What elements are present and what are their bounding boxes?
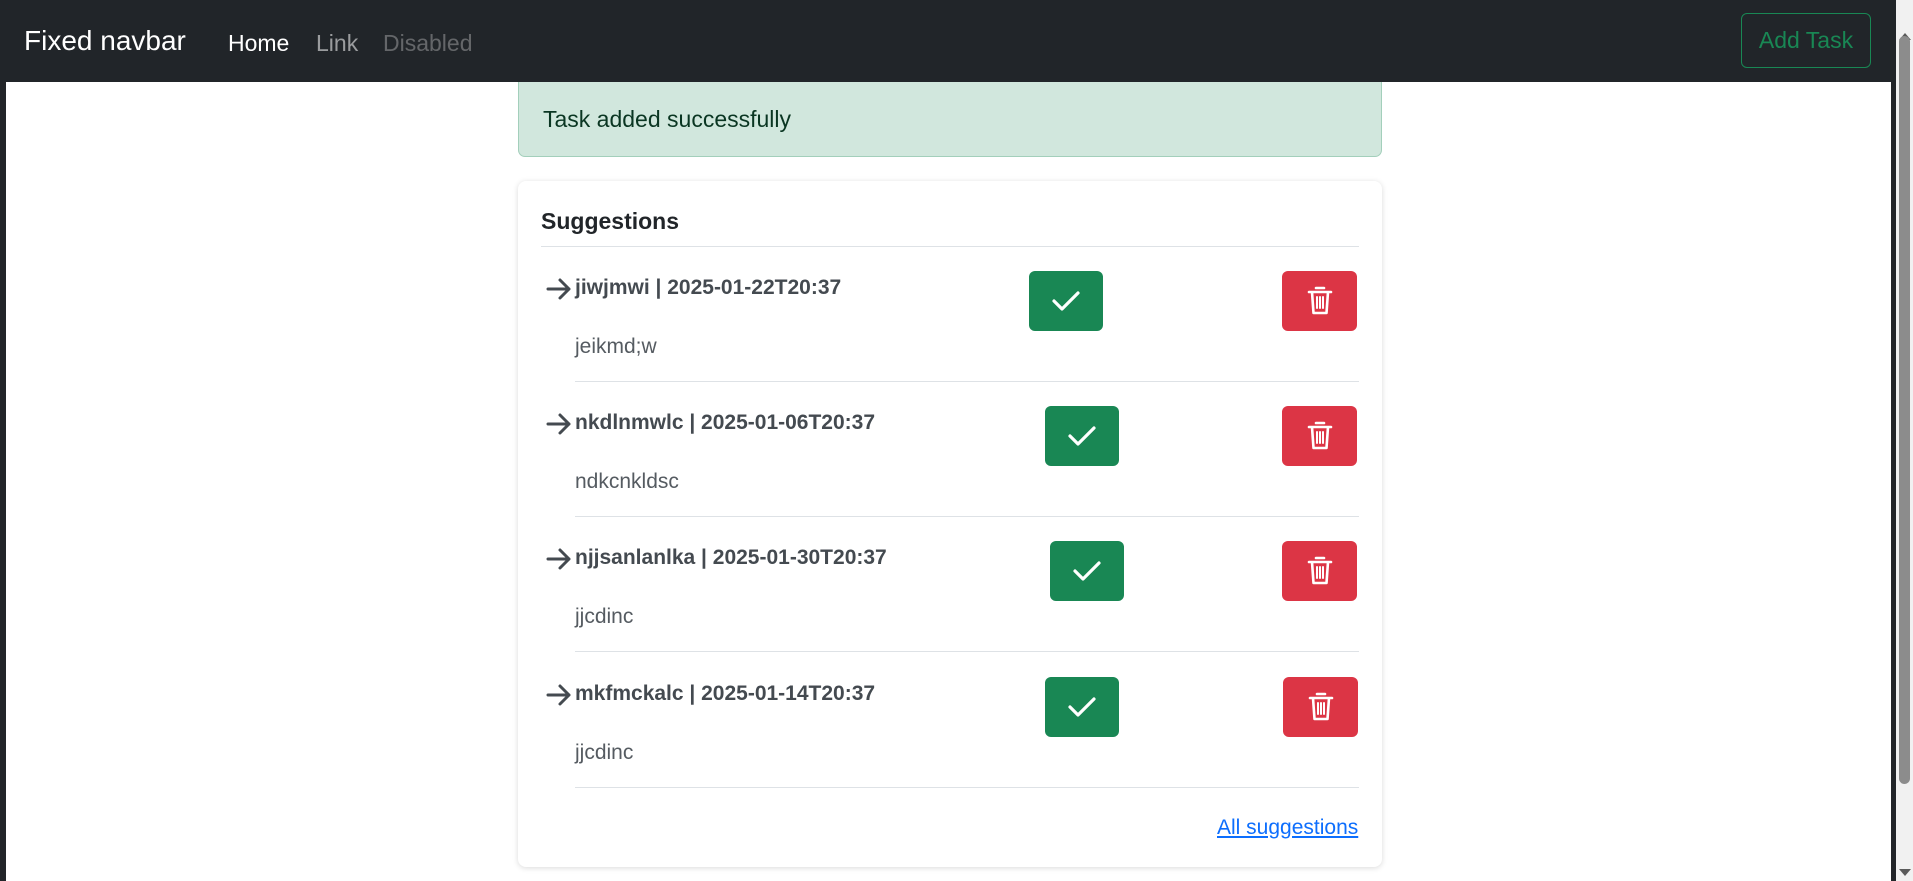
nav-link-link[interactable]: Link — [316, 29, 358, 57]
trash-icon — [1307, 421, 1332, 450]
arrow-right-icon — [546, 278, 571, 300]
arrow-right-icon — [546, 684, 571, 706]
accept-button[interactable] — [1029, 271, 1103, 331]
alert-message: Task added successfully — [543, 106, 792, 132]
trash-icon — [1307, 286, 1332, 315]
list-item: njjsanlanlka | 2025-01-30T20:37 jjcdinc — [518, 541, 1382, 676]
top-navbar: Fixed navbar Home Link Disabled Add Task — [0, 0, 1896, 82]
item-divider — [575, 787, 1359, 788]
scroll-down-arrow-icon[interactable] — [1896, 864, 1913, 881]
navbar-brand[interactable]: Fixed navbar — [24, 24, 186, 58]
suggestion-description: jeikmd;w — [575, 335, 657, 358]
card-title-divider — [541, 246, 1359, 247]
delete-button[interactable] — [1282, 406, 1357, 466]
list-item: nkdlnmwlc | 2025-01-06T20:37 ndkcnkldsc — [518, 406, 1382, 541]
window-frame-left — [0, 0, 6, 881]
suggestions-card: Suggestions jiwjmwi | 2025-01-22T20:37 j… — [518, 181, 1382, 867]
suggestion-title: jiwjmwi | 2025-01-22T20:37 — [575, 276, 842, 299]
trash-icon — [1308, 692, 1333, 721]
suggestion-description: ndkcnkldsc — [575, 470, 679, 493]
suggestion-title: mkfmckalc | 2025-01-14T20:37 — [575, 682, 876, 705]
accept-button[interactable] — [1045, 406, 1119, 466]
vertical-scrollbar[interactable] — [1896, 0, 1913, 881]
list-item: jiwjmwi | 2025-01-22T20:37 jeikmd;w — [518, 271, 1382, 406]
check-icon — [1068, 697, 1096, 717]
delete-button[interactable] — [1282, 271, 1357, 331]
accept-button[interactable] — [1050, 541, 1124, 601]
card-title: Suggestions — [541, 208, 680, 234]
suggestion-title: nkdlnmwlc | 2025-01-06T20:37 — [575, 411, 876, 434]
arrow-right-icon — [546, 413, 571, 435]
item-divider — [575, 651, 1359, 652]
check-icon — [1073, 561, 1101, 581]
scrollbar-thumb[interactable] — [1899, 36, 1910, 784]
suggestion-description: jjcdinc — [575, 605, 634, 628]
check-icon — [1068, 426, 1096, 446]
item-divider — [575, 516, 1359, 517]
suggestion-title: njjsanlanlka | 2025-01-30T20:37 — [575, 546, 887, 569]
nav-link-home[interactable]: Home — [228, 29, 289, 57]
delete-button[interactable] — [1282, 541, 1357, 601]
add-task-button[interactable]: Add Task — [1741, 13, 1871, 68]
delete-button[interactable] — [1283, 677, 1358, 737]
arrow-right-icon — [546, 548, 571, 570]
list-item: mkfmckalc | 2025-01-14T20:37 jjcdinc — [518, 677, 1382, 812]
trash-icon — [1307, 556, 1332, 585]
suggestion-description: jjcdinc — [575, 741, 634, 764]
all-suggestions-link[interactable]: All suggestions — [1217, 815, 1358, 841]
check-icon — [1052, 291, 1080, 311]
item-divider — [575, 381, 1359, 382]
accept-button[interactable] — [1045, 677, 1119, 737]
nav-link-disabled: Disabled — [383, 30, 473, 56]
